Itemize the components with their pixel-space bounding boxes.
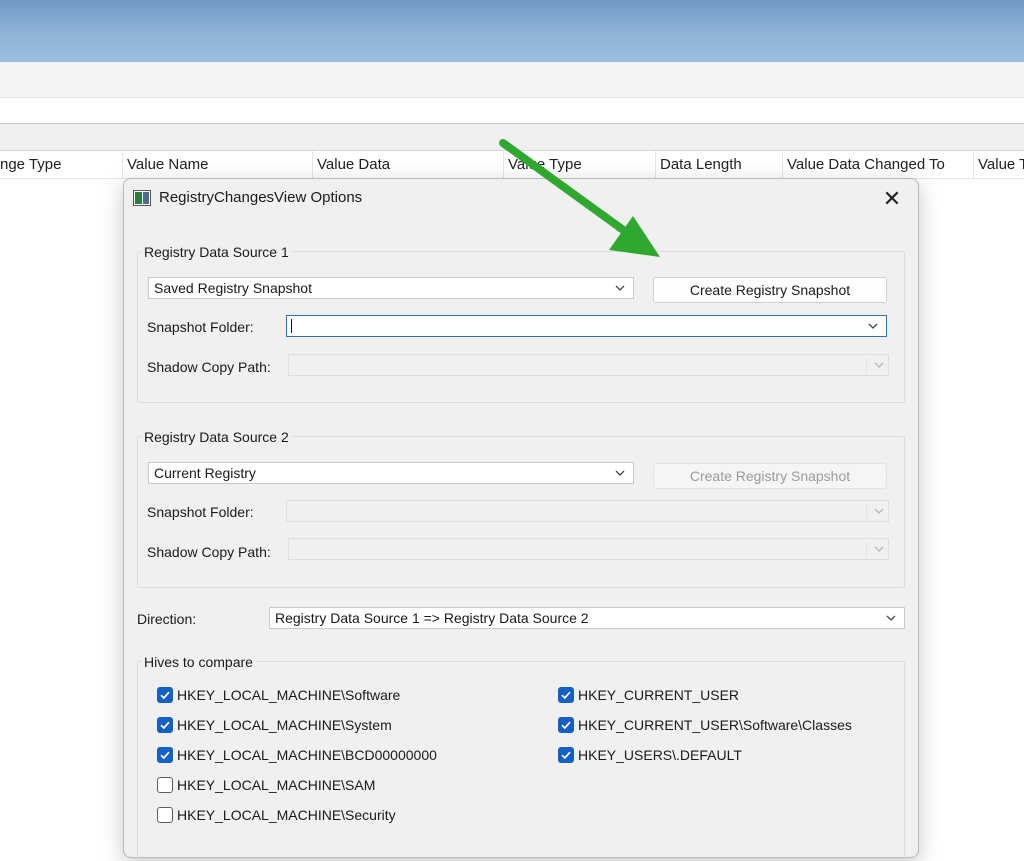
direction-select[interactable]: Registry Data Source 1 => Registry Data … [269, 607, 905, 629]
dialog-titlebar[interactable]: RegistryChangesView Options ✕ [124, 179, 918, 219]
checkbox-unchecked-icon[interactable] [157, 807, 173, 823]
chevron-down-icon [866, 542, 888, 556]
source-2-select[interactable]: Current Registry [148, 462, 634, 484]
dialog-title: RegistryChangesView Options [159, 189, 363, 206]
chevron-down-icon[interactable] [866, 319, 880, 333]
column-header-change-type[interactable]: nge Type [0, 151, 122, 179]
hive-checkbox-label: HKEY_USERS\.DEFAULT [578, 747, 742, 763]
snapshot-folder-input[interactable] [286, 315, 887, 337]
source-1-select-value: Saved Registry Snapshot [154, 280, 312, 296]
close-icon[interactable]: ✕ [878, 185, 906, 213]
direction-select-value: Registry Data Source 1 => Registry Data … [275, 610, 589, 626]
shadow-copy-path-label: Shadow Copy Path: [147, 359, 271, 375]
list-header: nge Type Value Name Value Data Value Typ… [0, 151, 1024, 179]
chevron-down-icon [613, 281, 627, 295]
checkbox-checked-icon[interactable] [558, 717, 574, 733]
snapshot-folder-label-2: Snapshot Folder: [147, 504, 254, 520]
hive-checkbox-label: HKEY_CURRENT_USER [578, 687, 740, 703]
app-titlebar [0, 0, 1024, 62]
hive-checkbox-label: HKEY_LOCAL_MACHINE\SAM [177, 777, 376, 793]
app-toolbar-strip [0, 123, 1024, 151]
app-toolbar [0, 98, 1024, 123]
shadow-copy-path-label-2: Shadow Copy Path: [147, 544, 271, 560]
checkbox-checked-icon[interactable] [558, 687, 574, 703]
shadow-copy-path-input-2 [288, 538, 889, 560]
chevron-down-icon [866, 504, 888, 518]
group-label-source-1: Registry Data Source 1 [141, 244, 292, 260]
column-header-value-name[interactable]: Value Name [122, 151, 312, 179]
chevron-down-icon [613, 466, 627, 480]
source-1-select[interactable]: Saved Registry Snapshot [148, 277, 634, 299]
direction-label: Direction: [137, 611, 197, 627]
create-registry-snapshot-button[interactable]: Create Registry Snapshot [653, 277, 887, 303]
column-header-value-type-2[interactable]: Value T [973, 151, 1024, 179]
app-menubar [0, 62, 1024, 98]
app-icon [133, 190, 151, 206]
hive-checkbox-label: HKEY_LOCAL_MACHINE\Security [177, 807, 396, 823]
create-registry-snapshot-button-disabled: Create Registry Snapshot [653, 463, 887, 489]
hive-checkbox-label: HKEY_LOCAL_MACHINE\System [177, 717, 392, 733]
checkbox-unchecked-icon[interactable] [157, 777, 173, 793]
chevron-down-icon [866, 358, 888, 372]
checkbox-checked-icon[interactable] [157, 717, 173, 733]
checkbox-checked-icon[interactable] [157, 747, 173, 763]
text-caret [291, 319, 292, 333]
source-2-select-value: Current Registry [154, 465, 256, 481]
checkbox-checked-icon[interactable] [157, 687, 173, 703]
column-header-data-length[interactable]: Data Length [655, 151, 782, 179]
column-header-value-data[interactable]: Value Data [312, 151, 503, 179]
chevron-down-icon [884, 611, 898, 625]
hive-checkbox-label: HKEY_LOCAL_MACHINE\Software [177, 687, 401, 703]
column-header-value-type[interactable]: Value Type [503, 151, 655, 179]
snapshot-folder-label: Snapshot Folder: [147, 319, 254, 335]
options-dialog: RegistryChangesView Options ✕ Registry D… [123, 178, 919, 861]
group-label-hives: Hives to compare [141, 654, 256, 670]
hive-checkbox-label: HKEY_CURRENT_USER\Software\Classes [578, 717, 852, 733]
snapshot-folder-input-2 [286, 500, 889, 522]
column-header-value-data-changed-to[interactable]: Value Data Changed To [782, 151, 973, 179]
checkbox-checked-icon[interactable] [558, 747, 574, 763]
shadow-copy-path-input [288, 354, 889, 376]
hive-checkbox-label: HKEY_LOCAL_MACHINE\BCD00000000 [177, 747, 437, 763]
group-label-source-2: Registry Data Source 2 [141, 429, 292, 445]
